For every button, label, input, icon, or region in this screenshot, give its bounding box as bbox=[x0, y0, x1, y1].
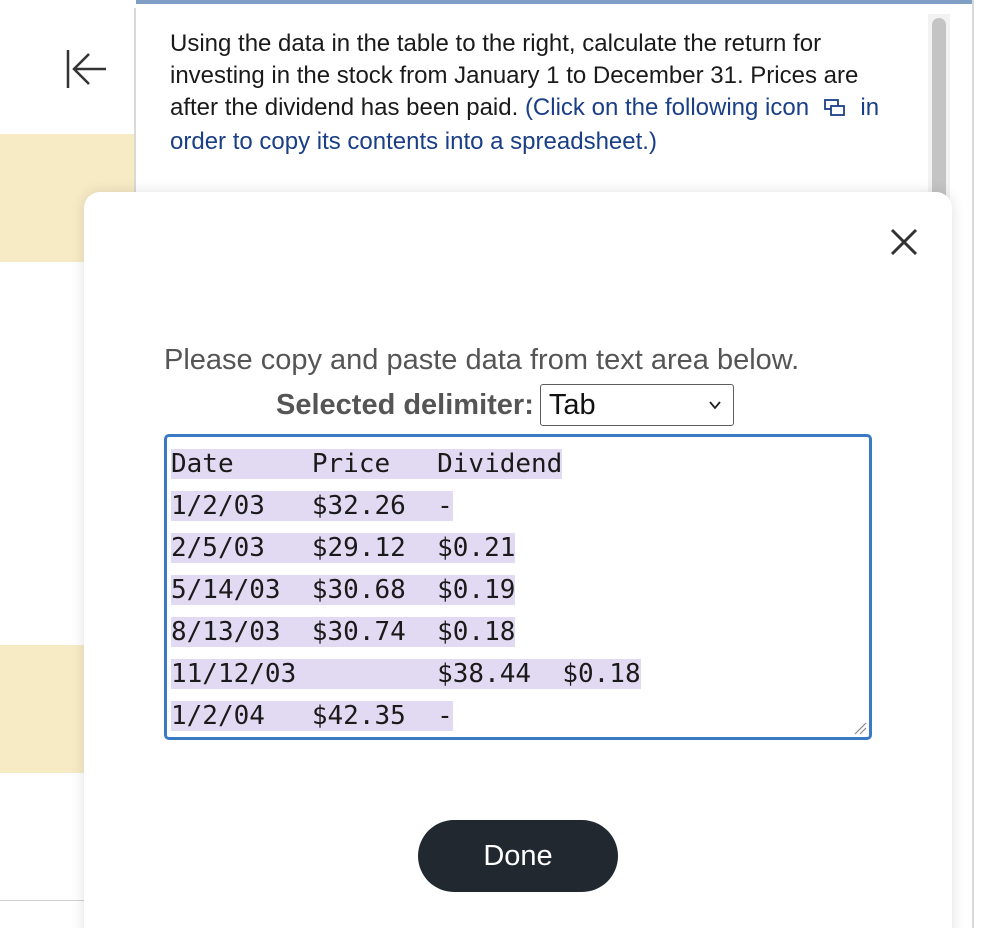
textarea-line-text: 1/2/03 $32.26 - bbox=[171, 491, 453, 521]
textarea-line: 1/2/04 $42.35 - bbox=[171, 695, 865, 737]
question-text: Using the data in the table to the right… bbox=[170, 28, 890, 158]
textarea-line: 11/12/03 $38.44 $0.18 bbox=[171, 653, 865, 695]
delimiter-select[interactable]: Tab bbox=[539, 384, 734, 426]
top-accent-bar bbox=[136, 0, 972, 4]
delimiter-row: Selected delimiter: Tab bbox=[276, 384, 734, 426]
data-textarea[interactable]: Date Price Dividend 1/2/03 $32.26 - 2/5/… bbox=[164, 434, 872, 740]
done-button[interactable]: Done bbox=[418, 820, 618, 892]
copy-to-spreadsheet-button[interactable] bbox=[823, 94, 846, 126]
delimiter-value: Tab bbox=[548, 389, 596, 421]
resize-grip-icon[interactable] bbox=[851, 719, 867, 735]
textarea-line: 5/14/03 $30.68 $0.19 bbox=[171, 569, 865, 611]
copy-icon bbox=[823, 99, 845, 116]
textarea-line: 2/5/03 $29.12 $0.21 bbox=[171, 527, 865, 569]
textarea-line-text: 2/5/03 $29.12 $0.21 bbox=[171, 533, 516, 563]
page: Using the data in the table to the right… bbox=[0, 0, 998, 928]
close-icon bbox=[890, 228, 918, 256]
collapse-left-icon bbox=[66, 50, 106, 88]
right-edge bbox=[972, 0, 974, 928]
textarea-line: 1/2/03 $32.26 - bbox=[171, 485, 865, 527]
textarea-line-text: 1/2/04 $42.35 - bbox=[171, 701, 453, 731]
close-dialog-button[interactable] bbox=[884, 222, 924, 262]
textarea-line: 8/13/03 $30.74 $0.18 bbox=[171, 611, 865, 653]
textarea-line-text: 11/12/03 $38.44 $0.18 bbox=[171, 659, 641, 689]
textarea-line-text: Date Price Dividend bbox=[171, 449, 563, 479]
left-panel-rule bbox=[0, 900, 84, 901]
dialog-instruction: Please copy and paste data from text are… bbox=[164, 344, 800, 376]
chevron-down-icon bbox=[709, 401, 721, 410]
delimiter-label: Selected delimiter: bbox=[276, 388, 534, 421]
textarea-line: Date Price Dividend bbox=[171, 443, 865, 485]
textarea-line-text: 8/13/03 $30.74 $0.18 bbox=[171, 617, 516, 647]
collapse-panel-button[interactable] bbox=[64, 48, 108, 90]
copy-instruction-before: (Click on the following icon bbox=[524, 94, 810, 121]
textarea-line-text: 5/14/03 $30.68 $0.19 bbox=[171, 575, 516, 605]
